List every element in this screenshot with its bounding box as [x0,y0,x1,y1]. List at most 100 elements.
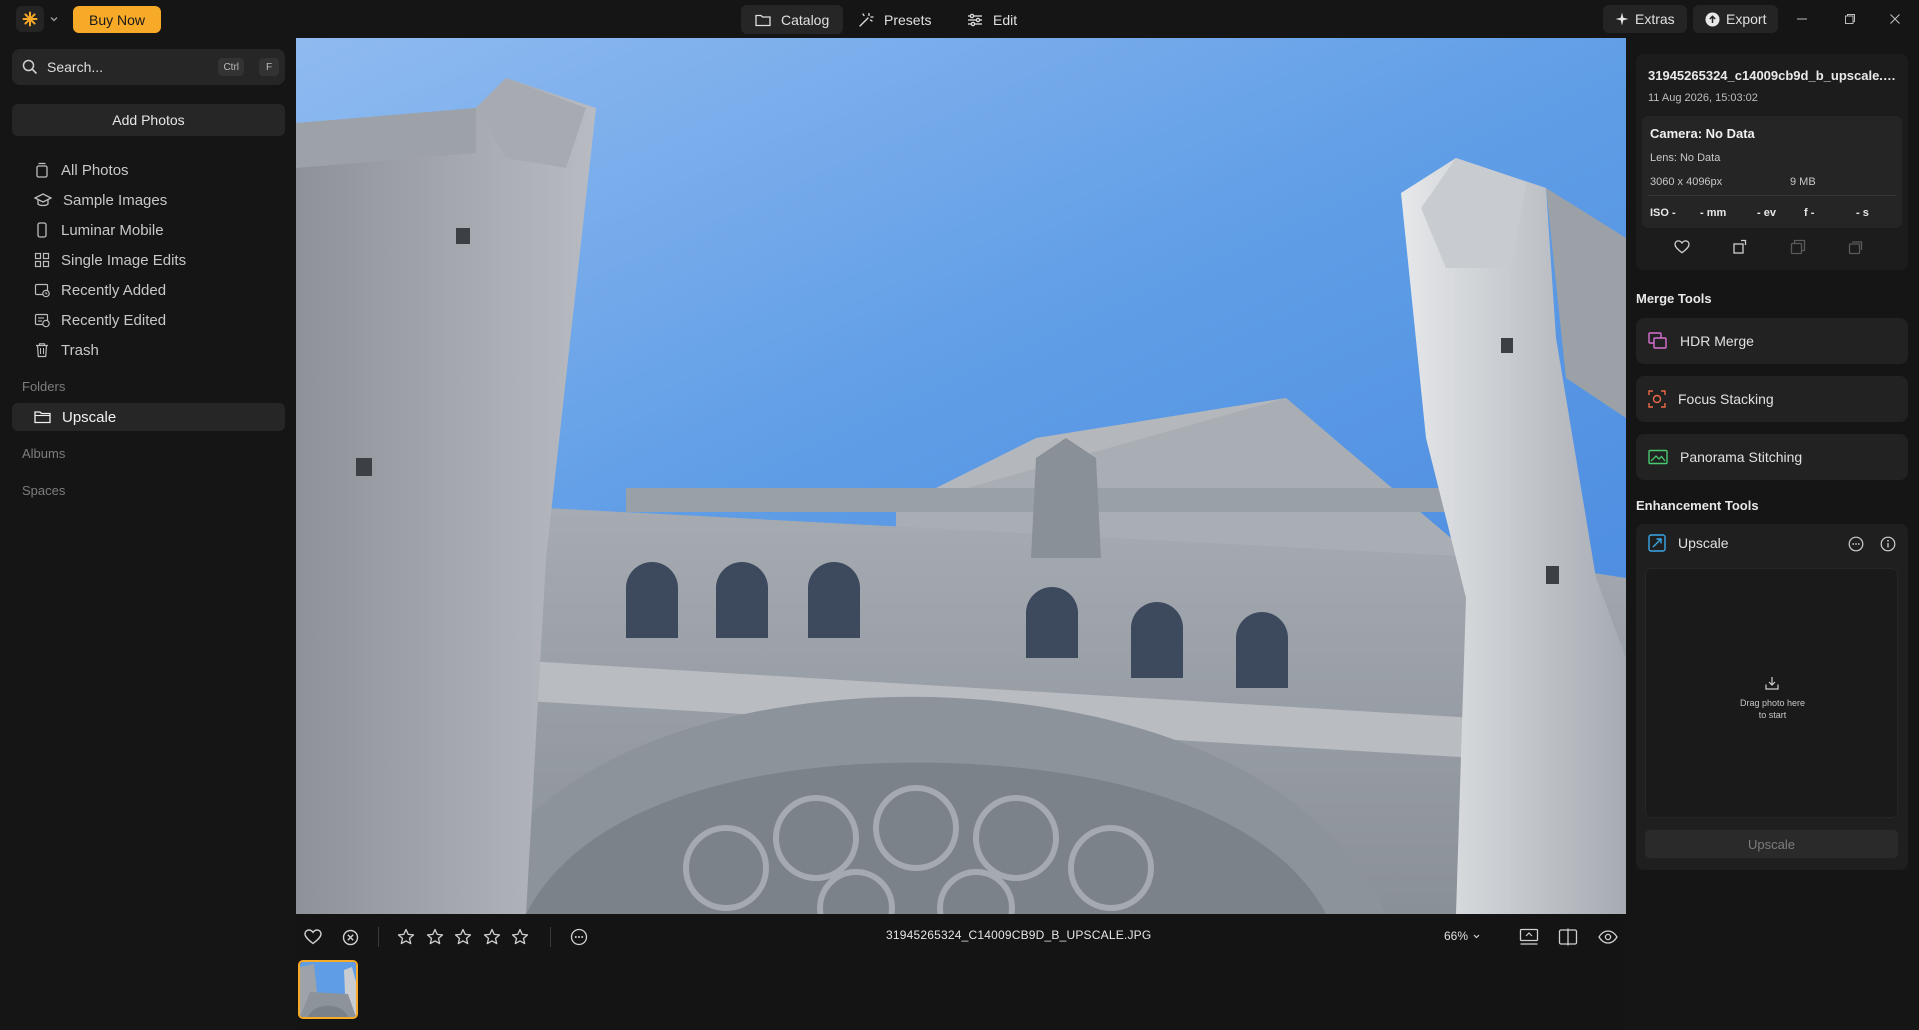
chevron-down-icon [1473,934,1480,938]
sidebar-item-luminar-mobile[interactable]: Luminar Mobile [12,216,285,244]
albums-label: Albums [22,446,66,461]
tab-edit[interactable]: Edit [953,5,1031,34]
exif-iso: ISO - [1650,207,1676,219]
star-icon [426,928,443,945]
restore-button[interactable] [1840,9,1860,29]
heart-icon [304,929,322,945]
sidebar-item-recently-edited[interactable]: Recently Edited [12,306,285,334]
upscale-drop-zone[interactable]: Drag photo here to start [1645,568,1898,818]
recent-added-icon [34,283,50,298]
buy-now-button[interactable]: Buy Now [73,6,161,33]
sidebar-item-label: All Photos [61,161,129,179]
search-input[interactable]: Search... Ctrl F [12,49,285,85]
more-dots-icon [570,928,588,946]
left-sidebar: Search... Ctrl F Add Photos All Photos S… [0,38,296,1030]
viewer-toolbar: 31945265324_C14009CB9D_B_UPSCALE.JPG 66% [296,918,1626,954]
toolbar-divider [550,927,551,947]
stack-button[interactable] [1847,238,1865,256]
rating-star-3[interactable] [452,926,474,948]
sidebar-item-label: Recently Added [61,281,167,299]
drop-hint: Drag photo here to start [1646,697,1899,721]
tab-label: Catalog [781,11,830,28]
panorama-icon [1648,449,1668,465]
upscale-tool-card: Upscale Drag photo here to start Upscale [1636,524,1908,870]
sidebar-item-label: Trash [61,341,99,359]
upscale-options-button[interactable] [1847,535,1865,553]
sidebar-item-single-image-edits[interactable]: Single Image Edits [12,246,285,274]
upscale-header: Upscale [1648,534,1729,552]
photos-icon [36,162,48,178]
compare-icon [1558,928,1578,946]
add-photos-button[interactable]: Add Photos [12,104,285,136]
exif-exposure: - ev [1757,207,1776,219]
rotate-button[interactable] [1731,238,1749,256]
filmstrip-thumbnail[interactable] [298,960,358,1019]
sidebar-item-recently-added[interactable]: Recently Added [12,276,285,304]
hdr-merge-button[interactable]: HDR Merge [1636,318,1908,364]
image-dimensions: 3060 x 4096px [1650,176,1723,188]
filmstrip-icon [1519,928,1539,945]
tab-label: Edit [993,11,1018,28]
luminar-logo-icon [22,11,38,27]
sidebar-item-label: Upscale [62,408,117,426]
extras-button[interactable]: Extras [1603,5,1687,33]
rotate-icon [1733,239,1747,254]
panorama-stitching-button[interactable]: Panorama Stitching [1636,434,1908,480]
filmstrip-toggle-button[interactable] [1518,926,1540,948]
info-favorite-button[interactable] [1673,238,1691,256]
tab-catalog[interactable]: Catalog [741,5,844,34]
copy-button[interactable] [1789,238,1807,256]
rating-star-5[interactable] [509,926,531,948]
preview-button[interactable] [1597,926,1619,948]
zoom-dropdown[interactable]: 66% [1444,929,1481,943]
info-filename: 31945265324_c14009cb9d_b_upscale.jpg [1648,68,1898,83]
exif-focal-length: - mm [1700,207,1727,219]
toolbar-divider [378,927,379,947]
reject-icon [342,929,358,945]
drop-hint-line-1: Drag photo here [1739,698,1806,708]
search-icon [22,59,38,75]
shortcut-f: F [259,58,279,76]
info-date: 11 Aug 2026, 15:03:02 [1648,92,1758,104]
shortcut-ctrl: Ctrl [218,58,244,76]
rating-star-1[interactable] [395,926,417,948]
file-size: 9 MB [1790,176,1816,188]
folders-label: Folders [22,379,66,394]
photo-viewer[interactable] [296,38,1626,914]
drop-hint-line-2: to start [1758,710,1787,720]
export-button[interactable]: Export [1693,5,1779,33]
sidebar-item-all-photos[interactable]: All Photos [12,156,285,184]
camera-info: Camera: No Data Lens: No Data 3060 x 409… [1642,116,1902,228]
star-icon [511,928,529,945]
copy-icon [1790,239,1806,255]
rating-star-4[interactable] [481,926,503,948]
sidebar-item-label: Sample Images [63,191,168,209]
sidebar-item-sample-images[interactable]: Sample Images [12,186,285,214]
favorite-button[interactable] [302,926,324,948]
rating-star-2[interactable] [424,926,446,948]
folder-icon [755,14,771,26]
chevron-down-icon[interactable] [48,13,60,25]
info-icon [1880,536,1896,552]
tab-presets[interactable]: Presets [844,5,945,34]
focus-stacking-button[interactable]: Focus Stacking [1636,376,1908,422]
tab-label: Presets [884,11,932,28]
sidebar-folder-upscale[interactable]: Upscale [12,403,285,431]
close-button[interactable] [1885,9,1905,29]
compare-button[interactable] [1557,926,1579,948]
more-options-button[interactable] [568,926,590,948]
trash-icon [36,343,48,358]
minimize-button[interactable] [1792,9,1812,29]
right-panel: 31945265324_c14009cb9d_b_upscale.jpg 11 … [1626,38,1919,1030]
reject-button[interactable] [339,926,361,948]
recent-edited-icon [34,313,50,328]
sidebar-item-trash[interactable]: Trash [12,336,285,364]
app-menu-button[interactable] [16,6,44,32]
upscale-icon [1648,534,1666,552]
export-icon [1705,12,1720,26]
upscale-info-button[interactable] [1879,535,1897,553]
more-dots-icon [1848,536,1864,552]
upscale-button[interactable]: Upscale [1645,830,1898,858]
magic-wand-icon [859,12,874,27]
sidebar-item-label: Single Image Edits [61,251,187,269]
